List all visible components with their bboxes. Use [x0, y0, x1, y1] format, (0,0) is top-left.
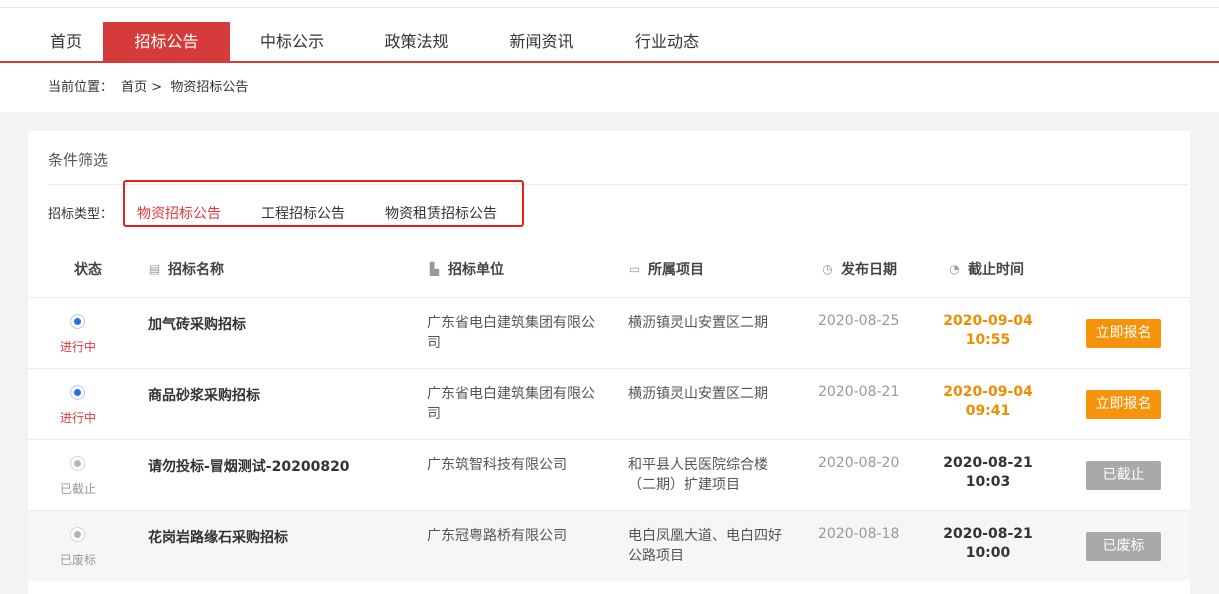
publish-date: 2020-08-18 — [818, 526, 900, 542]
stopwatch-icon: ◷ — [822, 261, 833, 276]
header-deadline: ◔ 截止时间 — [949, 261, 1024, 278]
filter-title: 条件筛选 — [48, 151, 109, 169]
register-button[interactable]: 立即报名 — [1086, 390, 1161, 419]
main-nav: 首页 招标公告 中标公示 政策法规 新闻资讯 行业动态 — [0, 22, 1219, 62]
nav-tender-notice[interactable]: 招标公告 — [103, 22, 230, 62]
header-project: ▭ 所属项目 — [628, 261, 704, 278]
building-icon: ▙ — [429, 261, 440, 276]
status-text: 已废标 — [59, 553, 96, 567]
status-radio-icon — [70, 385, 85, 400]
breadcrumb-prefix: 当前位置： — [48, 80, 114, 95]
publish-date: 2020-08-21 — [818, 384, 900, 400]
tender-unit: 广东筑智科技有限公司 — [427, 457, 567, 473]
void-button[interactable]: 已废标 — [1086, 532, 1161, 561]
status-text: 进行中 — [59, 340, 96, 354]
table-row[interactable]: 进行中 加气砖采购招标 广东省电白建筑集团有限公司 横沥镇灵山安置区二期 202… — [28, 297, 1190, 368]
tender-list-panel: 条件筛选 招标类型： 物资招标公告 工程招标公告 物资租赁招标公告 状态 ▤ 招标… — [28, 131, 1190, 594]
nav-industry[interactable]: 行业动态 — [604, 22, 730, 62]
status-radio-icon — [70, 456, 85, 471]
tender-project: 横沥镇灵山安置区二期 — [628, 315, 768, 331]
table-row[interactable]: 进行中 商品砂浆采购招标 广东省电白建筑集团有限公司 横沥镇灵山安置区二期 20… — [28, 368, 1190, 439]
header-name: ▤ 招标名称 — [148, 261, 224, 278]
table-row[interactable]: 已截止 请勿投标-冒烟测试-20200820 广东筑智科技有限公司 和平县人民医… — [28, 439, 1190, 510]
tender-type-rental[interactable]: 物资租赁招标公告 — [385, 203, 497, 223]
tender-type-material[interactable]: 物资招标公告 — [137, 203, 221, 223]
header: 首页 招标公告 中标公示 政策法规 新闻资讯 行业动态 当前位置： 首页 > 物… — [0, 0, 1219, 112]
tender-unit: 广东省电白建筑集团有限公司 — [427, 315, 595, 351]
status-text: 进行中 — [59, 411, 96, 425]
breadcrumb: 当前位置： 首页 > 物资招标公告 — [48, 80, 252, 96]
deadline: 2020-08-21 10:03 — [943, 455, 1033, 490]
clock-icon: ◔ — [949, 261, 960, 276]
breadcrumb-home[interactable]: 首页 > — [121, 80, 162, 95]
nav-policy[interactable]: 政策法规 — [354, 22, 479, 62]
document-icon: ▤ — [148, 261, 161, 276]
status-radio-icon — [70, 314, 85, 329]
top-divider — [0, 7, 1219, 8]
nav-award-publicity[interactable]: 中标公示 — [230, 22, 354, 62]
tender-type-label: 招标类型： — [48, 207, 114, 222]
tender-project: 和平县人民医院综合楼（二期）扩建项目 — [628, 457, 768, 493]
tender-project: 电白凤凰大道、电白四好公路项目 — [628, 528, 782, 564]
tender-unit: 广东冠粤路桥有限公司 — [427, 528, 567, 544]
breadcrumb-current: 物资招标公告 — [170, 80, 249, 95]
table-row[interactable]: 已废标 花岗岩路缘石采购招标 广东冠粤路桥有限公司 电白凤凰大道、电白四好公路项… — [28, 510, 1190, 581]
header-publish: ◷ 发布日期 — [822, 261, 897, 278]
tender-name[interactable]: 花岗岩路缘石采购招标 — [148, 527, 288, 547]
publish-date: 2020-08-20 — [818, 455, 900, 471]
deadline: 2020-09-04 09:41 — [943, 384, 1033, 419]
header-unit: ▙ 招标单位 — [429, 261, 504, 278]
tender-name[interactable]: 加气砖采购招标 — [148, 314, 246, 334]
tender-name[interactable]: 商品砂浆采购招标 — [148, 385, 260, 405]
register-button[interactable]: 立即报名 — [1086, 319, 1161, 348]
closed-button[interactable]: 已截止 — [1086, 461, 1161, 490]
nav-underline — [0, 61, 1219, 63]
deadline: 2020-09-04 10:55 — [943, 313, 1033, 348]
header-status: 状态 — [74, 262, 102, 278]
publish-date: 2020-08-25 — [818, 313, 900, 329]
tender-name[interactable]: 请勿投标-冒烟测试-20200820 — [148, 456, 350, 476]
status-text: 已截止 — [59, 482, 96, 496]
tender-unit: 广东省电白建筑集团有限公司 — [427, 386, 595, 422]
deadline: 2020-08-21 10:00 — [943, 526, 1033, 561]
nav-news[interactable]: 新闻资讯 — [479, 22, 604, 62]
tender-project: 横沥镇灵山安置区二期 — [628, 386, 768, 402]
folder-icon: ▭ — [628, 261, 641, 276]
status-radio-icon — [70, 527, 85, 542]
nav-home[interactable]: 首页 — [30, 22, 102, 62]
tender-type-engineering[interactable]: 工程招标公告 — [261, 203, 345, 223]
